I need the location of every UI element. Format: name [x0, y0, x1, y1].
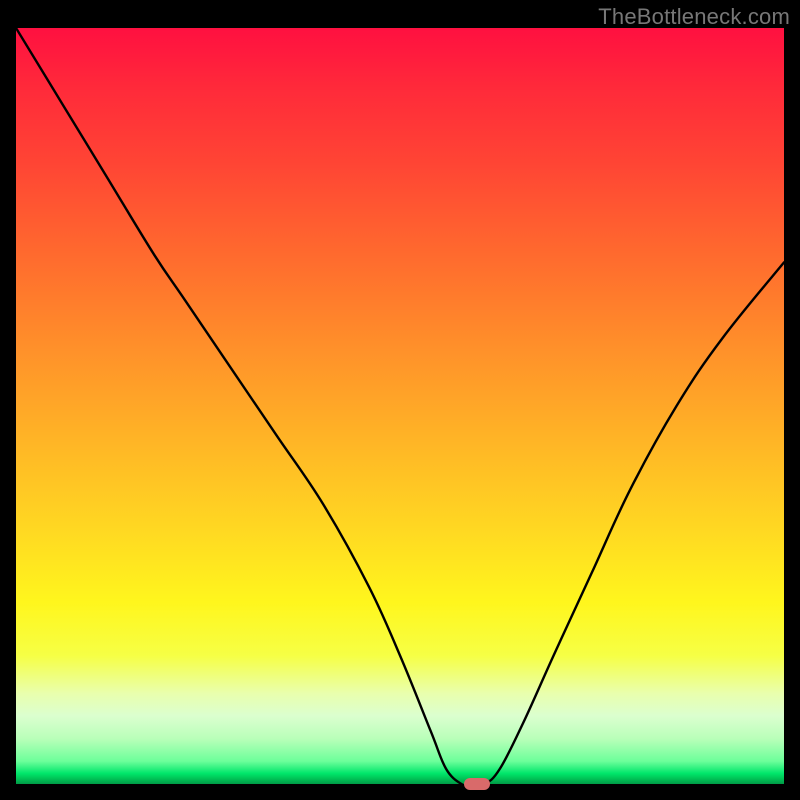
chart-frame: TheBottleneck.com [0, 0, 800, 800]
watermark-text: TheBottleneck.com [598, 4, 790, 30]
plot-area [16, 28, 784, 784]
optimal-marker [464, 778, 490, 790]
bottleneck-curve [16, 28, 784, 784]
